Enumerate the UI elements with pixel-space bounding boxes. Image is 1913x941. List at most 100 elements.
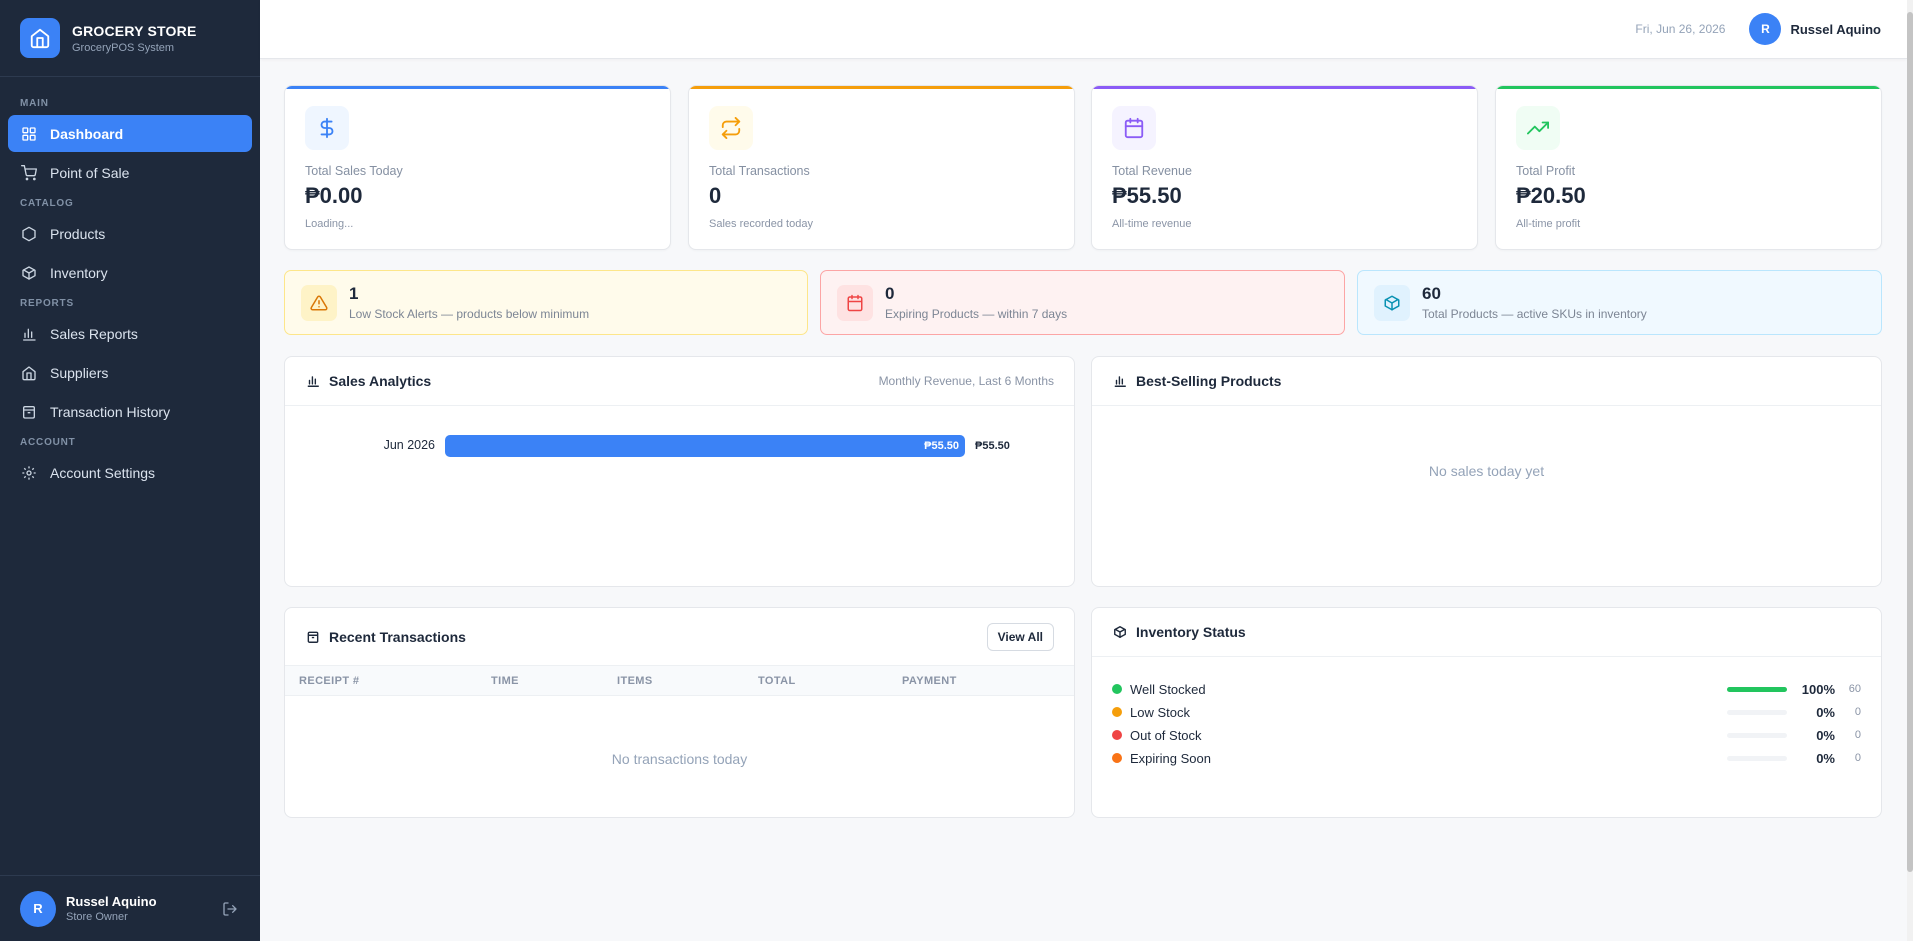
calendar-icon [1112, 106, 1156, 150]
sidebar-item-account-settings[interactable]: Account Settings [8, 454, 252, 491]
sidebar-item-label: Sales Reports [50, 325, 138, 342]
sidebar-item-sales-reports[interactable]: Sales Reports [8, 315, 252, 352]
status-dot [1112, 684, 1122, 694]
inventory-count: 0 [1854, 752, 1861, 764]
gear-icon [20, 464, 38, 482]
panel-title: Inventory Status [1136, 624, 1246, 640]
stat-value: 0 [709, 183, 722, 208]
sidebar-item-label: Products [50, 225, 106, 242]
inventory-bar [1727, 686, 1787, 692]
stat-card-transactions: Total Transactions 0 Sales recorded toda… [688, 85, 1075, 250]
sidebar: GROCERY STORE GroceryPOS System MAIN Das… [0, 0, 260, 941]
inventory-track [1727, 755, 1787, 761]
logout-icon[interactable] [220, 899, 240, 919]
store-icon [20, 364, 38, 382]
card-accent-bar [285, 86, 670, 89]
avatar[interactable]: R [1749, 13, 1782, 45]
stat-note: Loading... [305, 218, 354, 230]
cart-icon [20, 164, 38, 182]
alert-description: Total Products — active SKUs in inventor… [1422, 307, 1647, 321]
table-header: RECEIPT # TIME ITEMS TOTAL PAYMENT [285, 666, 1074, 696]
alert-total-products[interactable]: 60 Total Products — active SKUs in inven… [1357, 270, 1882, 335]
panel-meta: Monthly Revenue, Last 6 Months [878, 374, 1054, 388]
trending-up-icon [1516, 106, 1560, 150]
stat-note: Sales recorded today [709, 218, 813, 230]
alert-count: 60 [1422, 284, 1441, 303]
inventory-track [1727, 732, 1787, 738]
inventory-label: Out of Stock [1130, 727, 1202, 743]
column-header: TOTAL [758, 674, 796, 687]
sidebar-item-label: Point of Sale [50, 164, 130, 181]
bar-chart-icon [305, 373, 321, 389]
card-accent-bar [1496, 86, 1881, 89]
analytics-bar-row: Jun 2026 ₱55.50 ₱55.50 [285, 435, 1074, 457]
column-header: ITEMS [617, 674, 653, 687]
bar-track: ₱55.50 [445, 435, 965, 457]
sidebar-item-suppliers[interactable]: Suppliers [8, 354, 252, 391]
stat-note: All-time revenue [1112, 218, 1192, 230]
stat-value: ₱20.50 [1516, 183, 1586, 208]
stat-card-sales-today: Total Sales Today ₱0.00 Loading... [284, 85, 671, 250]
inventory-percent: 100% [1801, 681, 1835, 697]
view-all-button[interactable]: View All [986, 622, 1054, 651]
brand-title: GROCERY STORE [72, 22, 197, 39]
nav-section-catalog: CATALOG [20, 198, 74, 209]
nav-section-reports: REPORTS [20, 298, 74, 309]
stat-label: Total Profit [1516, 164, 1576, 178]
inventory-row-well-stocked: Well Stocked 100% 60 [1112, 679, 1861, 699]
hexagon-icon [20, 225, 38, 243]
sidebar-item-products[interactable]: Products [8, 215, 252, 252]
inventory-track [1727, 686, 1787, 692]
sales-analytics-panel: Sales Analytics Monthly Revenue, Last 6 … [284, 356, 1075, 587]
sidebar-item-label: Dashboard [50, 125, 124, 142]
recent-transactions-panel: Recent Transactions View All RECEIPT # T… [284, 607, 1075, 818]
bar-value-label: ₱55.50 [975, 440, 1010, 452]
stat-card-revenue: Total Revenue ₱55.50 All-time revenue [1091, 85, 1478, 250]
store-logo-icon [20, 18, 60, 58]
sidebar-item-label: Suppliers [50, 364, 109, 381]
sidebar-item-inventory[interactable]: Inventory [8, 254, 252, 291]
stat-label: Total Revenue [1112, 164, 1192, 178]
repeat-icon [709, 106, 753, 150]
inventory-track [1727, 709, 1787, 715]
card-accent-bar [1092, 86, 1477, 89]
stat-value: ₱55.50 [1112, 183, 1182, 208]
empty-state: No transactions today [611, 751, 748, 767]
status-dot [1112, 707, 1122, 717]
inventory-count: 0 [1854, 729, 1861, 741]
sidebar-item-point-of-sale[interactable]: Point of Sale [8, 154, 252, 191]
empty-state: No sales today yet [1428, 463, 1545, 479]
archive-icon [20, 403, 38, 421]
stat-label: Total Transactions [709, 164, 810, 178]
revenue-bar: ₱55.50 [445, 435, 965, 457]
sidebar-item-label: Inventory [50, 264, 108, 281]
sidebar-item-label: Account Settings [50, 464, 156, 481]
inventory-label: Well Stocked [1130, 681, 1206, 697]
stat-label: Total Sales Today [305, 164, 403, 178]
user-name: Russel Aquino [66, 894, 157, 909]
alert-expiring[interactable]: 0 Expiring Products — within 7 days [820, 270, 1345, 335]
status-dot [1112, 753, 1122, 763]
inventory-count: 0 [1854, 706, 1861, 718]
card-accent-bar [689, 86, 1074, 89]
dollar-icon [305, 106, 349, 150]
sidebar-item-transaction-history[interactable]: Transaction History [8, 393, 252, 430]
sidebar-item-dashboard[interactable]: Dashboard [8, 115, 252, 152]
topbar-user-name[interactable]: Russel Aquino [1790, 22, 1881, 37]
panel-title: Best-Selling Products [1136, 373, 1282, 389]
panel-title: Recent Transactions [329, 628, 466, 645]
box-icon [20, 264, 38, 282]
page-scrollbar[interactable] [1907, 0, 1913, 941]
inventory-row-expiring-soon: Expiring Soon 0% 0 [1112, 748, 1861, 768]
brand: GROCERY STORE GroceryPOS System [0, 0, 260, 77]
scrollbar-thumb[interactable] [1907, 12, 1913, 872]
alert-low-stock[interactable]: 1 Low Stock Alerts — products below mini… [284, 270, 808, 335]
brand-subtitle: GroceryPOS System [72, 41, 175, 54]
nav-section-account: ACCOUNT [20, 437, 76, 448]
calendar-icon [837, 284, 873, 321]
nav-section-main: MAIN [20, 98, 49, 109]
bar-category-label: Jun 2026 [383, 438, 435, 452]
inventory-percent: 0% [1816, 727, 1835, 743]
inventory-status-panel: Inventory Status Well Stocked 100% 60 Lo… [1091, 607, 1882, 818]
alert-count: 0 [885, 284, 895, 303]
